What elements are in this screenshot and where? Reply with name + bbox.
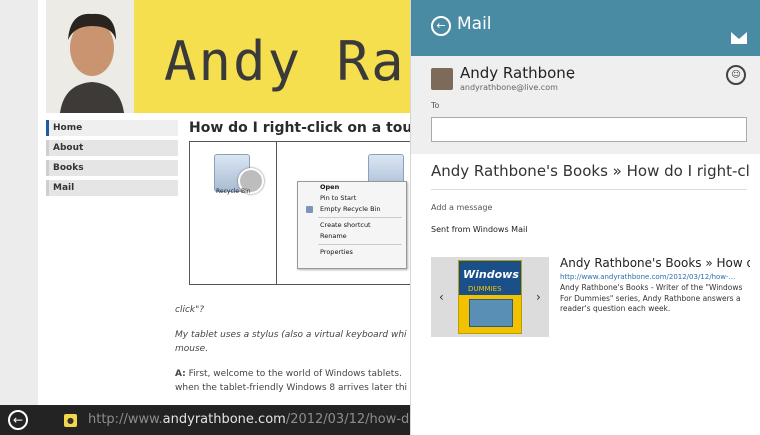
site-nav: Home About Books Mail [46,120,178,200]
favicon-icon: ● [64,414,77,427]
book-title-text: Windows 7 [463,268,521,281]
book-window-graphic [469,299,513,327]
ctx-open: Open [320,183,340,191]
ctx-separator [318,217,402,218]
recycle-bin-label: Recycle Bin [216,188,251,195]
to-input[interactable] [431,117,747,142]
link-preview-title: Andy Rathbone's Books » How d... [560,256,750,270]
subject-field[interactable]: Andy Rathbone's Books » How do I right-c… [431,162,749,180]
mail-envelope-icon[interactable] [731,32,747,44]
add-message-field[interactable]: Add a message [431,203,492,212]
book-subtitle-text: DUMMIES [468,285,502,293]
ctx-empty: Empty Recycle Bin [298,204,406,215]
article-text-2: My tablet uses a stylus (also a virtual … [175,330,407,340]
ctx-create-shortcut: Create shortcut [320,221,371,229]
site-title: Andy Ra [164,30,406,93]
article-text-3b: when the tablet-friendly Windows 8 arriv… [175,383,408,393]
link-preview-url: http://www.andyrathbone.com/2012/03/12/h… [560,273,736,281]
avatar [431,68,453,90]
nav-mail[interactable]: Mail [46,180,178,196]
pane-back-arrow-icon[interactable]: ← [431,16,451,36]
from-email: andyrathbone@live.com [460,83,558,92]
ctx-properties: Properties [320,248,353,256]
article-text-1: click"? [175,305,205,315]
article-screenshot: Recycle Bin Open Pin to Start Empty Recy… [189,141,410,285]
chevron-left-icon[interactable]: ‹ [439,290,444,304]
website-content: Andy Ra Home About Books Mail How do I r… [0,0,410,405]
nav-about[interactable]: About [46,140,178,156]
to-label: To [431,101,440,110]
ctx-separator-2 [318,244,402,245]
article-title: How do I right-click on a tou [189,120,410,136]
subject-divider [431,189,747,190]
ctx-pin: Pin to Start [320,194,357,202]
context-menu: Open Pin to Start Empty Recycle Bin Crea… [297,181,407,269]
from-name[interactable]: Andy Rathbone [460,64,575,82]
article-text-3: A: First, welcome to the world of Window… [175,369,402,379]
from-section: Andy Rathbone ⌄ andyrathbone@live.com ☺ … [411,56,760,154]
nav-home[interactable]: Home [46,120,178,136]
recycle-small-icon [306,206,313,213]
link-preview-description: Andy Rathbone's Books - Writer of the "W… [560,283,743,313]
nav-books[interactable]: Books [46,160,178,176]
back-arrow-icon[interactable]: ← [8,410,28,430]
address-bar: ← ● http://www.andyrathbone.com/2012/03/… [0,405,480,435]
pane-header: ← Mail [411,0,760,56]
article-text-2b: mouse. [175,344,209,354]
book-cover-image: Windows 7 DUMMIES [458,260,522,334]
screenshot-divider [276,142,277,284]
left-margin-strip [0,0,38,405]
chevron-down-icon[interactable]: ⌄ [566,68,576,82]
mail-share-pane: ← Mail Andy Rathbone ⌄ andyrathbone@live… [410,0,760,435]
link-preview-thumbnail: ‹ Windows 7 DUMMIES › [431,257,549,337]
signature-text: Sent from Windows Mail [431,225,528,234]
ctx-rename: Rename [320,232,347,240]
chevron-right-icon[interactable]: › [536,290,541,304]
emoji-icon[interactable]: ☺ [726,65,746,85]
pane-title: Mail [457,14,492,34]
author-photo [46,0,134,113]
